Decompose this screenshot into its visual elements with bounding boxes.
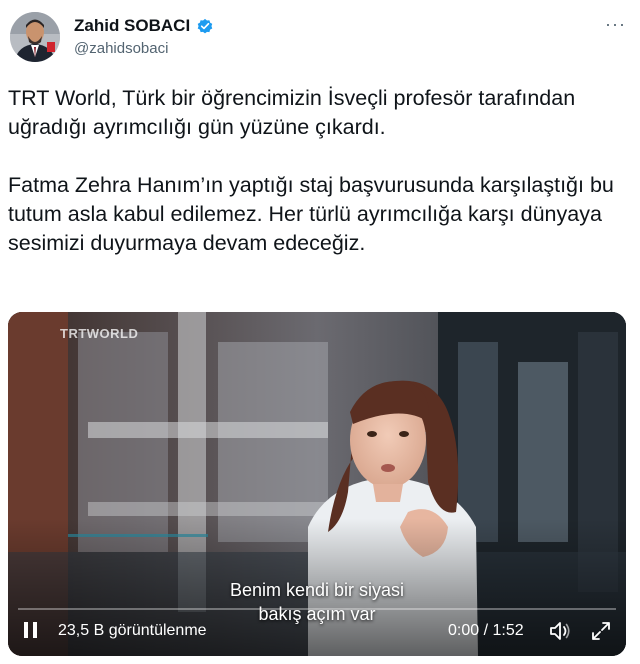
channel-logo: TRTWORLD [60,326,139,341]
view-count: 23,5 B görüntülenme [58,622,207,639]
display-name[interactable]: Zahid SOBACI [74,16,190,36]
video-controls: 23,5 B görüntülenme 0:00 / 1:52 [8,600,626,656]
tweet-paragraph-2: Fatma Zehra Hanım’ın yaptığı staj başvur… [8,173,614,255]
tweet-header: Zahid SOBACI @zahidsobaci ··· [0,0,640,80]
pause-icon[interactable] [22,620,40,640]
fullscreen-icon[interactable] [590,620,612,642]
tweet-text: TRT World, Türk bir öğrencimizin İsveçli… [8,84,628,258]
avatar[interactable] [10,12,60,62]
progress-bar[interactable] [18,608,616,610]
person-avatar-icon [10,12,60,62]
name-row: Zahid SOBACI [74,16,214,36]
user-handle[interactable]: @zahidsobaci [74,40,168,57]
more-options-icon[interactable]: ··· [605,14,626,35]
verified-badge-icon [197,18,213,34]
tweet-paragraph-1: TRT World, Türk bir öğrencimizin İsveçli… [8,86,576,139]
subtitle-line-1: Benim kendi bir siyasi [229,580,405,600]
video-time: 0:00 / 1:52 [448,622,524,639]
video-player[interactable]: TRTWORLD Benim kendi bir siyasi bakış aç… [8,312,626,656]
volume-muted-icon[interactable] [548,620,572,642]
